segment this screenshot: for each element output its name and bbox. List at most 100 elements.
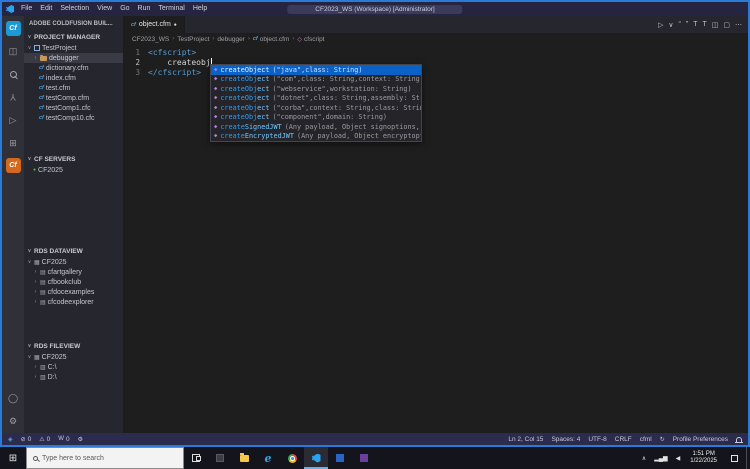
start-button[interactable]: ⊞ bbox=[0, 447, 26, 469]
pinned-app-icon-blue[interactable] bbox=[328, 447, 352, 469]
quote-open-icon[interactable]: “ bbox=[679, 21, 681, 28]
tree-item-index-cfm[interactable]: cf index.cfm bbox=[24, 73, 123, 83]
tray-expand-icon[interactable]: ∧ bbox=[638, 455, 650, 462]
vscode-icon[interactable] bbox=[304, 447, 328, 469]
menu-help[interactable]: Help bbox=[189, 2, 211, 16]
tree-item-cf2025[interactable]: ∨ ▦ CF2025 bbox=[24, 352, 123, 362]
suggest-item-createobject[interactable]: ◆ createObject ("dotnet",class: String,ass… bbox=[211, 94, 421, 104]
tree-item-test-cfm[interactable]: cf test.cfm bbox=[24, 83, 123, 93]
cf-status-icon[interactable]: ◈ bbox=[8, 436, 13, 443]
split-editor-icon[interactable]: ◫ bbox=[712, 21, 719, 29]
tree-item-d[interactable]: › ▥ D:\ bbox=[24, 372, 123, 382]
drive-icon: ▥ bbox=[40, 364, 46, 371]
chevron-right-icon: › bbox=[34, 374, 37, 380]
cfml-file-icon: cf bbox=[39, 95, 44, 101]
task-view-icon[interactable] bbox=[184, 447, 208, 469]
section-header-cf-servers[interactable]: ∨ CF SERVERS bbox=[24, 153, 123, 165]
section-header-rds-dataview[interactable]: ∨ RDS DATAVIEW bbox=[24, 245, 123, 257]
watch-indicator[interactable]: W0 bbox=[58, 436, 69, 443]
breadcrumb-item-cfscript[interactable]: ◇ cfscript bbox=[297, 36, 324, 43]
action-center-button[interactable] bbox=[723, 447, 746, 469]
coldfusion-builder-icon[interactable]: Cf bbox=[5, 21, 21, 36]
file-explorer-icon[interactable] bbox=[232, 447, 256, 469]
menu-file[interactable]: File bbox=[17, 2, 36, 16]
volume-icon[interactable]: ◀ bbox=[672, 455, 685, 462]
tree-item-debugger[interactable]: › debugger bbox=[24, 53, 123, 63]
breadcrumb-item-object-cfm[interactable]: cf object.cfm bbox=[253, 36, 290, 43]
tree-item-cf2025[interactable]: ∨ ▦ CF2025 bbox=[24, 257, 123, 267]
tree-item-testcomp-cfm[interactable]: cf testComp.cfm bbox=[24, 93, 123, 103]
menu-terminal[interactable]: Terminal bbox=[154, 2, 188, 16]
tree-item-cfbookclub[interactable]: › ▤ cfbookclub bbox=[24, 277, 123, 287]
run-file-icon[interactable]: ▷ bbox=[658, 21, 663, 29]
warnings-indicator[interactable]: ⚠ 0 bbox=[39, 436, 50, 443]
dataview-icon: ▤ bbox=[40, 289, 46, 296]
settings-gear-icon[interactable]: ⚙ bbox=[5, 413, 21, 429]
database-icon: ▦ bbox=[34, 354, 40, 361]
main-area: Cf ◫ Y ▷ ⊞ Cf ◯ ⚙ ADOBE COLDFUSION BUIL... ∨ PR… bbox=[2, 16, 748, 433]
extensions-icon[interactable]: ⊞ bbox=[5, 135, 21, 151]
explorer-icon[interactable]: ◫ bbox=[5, 43, 21, 59]
breadcrumb-item-cf2023-ws[interactable]: CF2023_WS bbox=[132, 36, 169, 43]
taskbar-clock[interactable]: 1:51 PM 1/22/2025 bbox=[684, 451, 723, 465]
sync-icon[interactable]: ↻ bbox=[660, 436, 665, 443]
menu-view[interactable]: View bbox=[93, 2, 116, 16]
pinned-app-icon-purple[interactable] bbox=[352, 447, 376, 469]
coldfusion-extension-icon[interactable]: Cf bbox=[5, 158, 21, 173]
section-header-rds-fileview[interactable]: ∨ RDS FILEVIEW bbox=[24, 340, 123, 352]
encoding[interactable]: UTF-8 bbox=[588, 436, 606, 443]
notifications-bell-icon[interactable] bbox=[735, 436, 743, 443]
suggest-item-createobject[interactable]: ◆ createObject ("com",class: String,contex… bbox=[211, 75, 421, 85]
suggest-item-createsignedjwt[interactable]: ◆ createSignedJWT (Any payload, Object sig… bbox=[211, 122, 421, 132]
eol-sequence[interactable]: CRLF bbox=[615, 436, 632, 443]
chevron-right-icon: › bbox=[247, 36, 250, 42]
menu-selection[interactable]: Selection bbox=[56, 2, 93, 16]
profile-preferences[interactable]: Profile Preferences bbox=[673, 436, 728, 443]
menu-run[interactable]: Run bbox=[134, 2, 155, 16]
menu-edit[interactable]: Edit bbox=[36, 2, 56, 16]
code-editor[interactable]: 1 <cfscript> 2 createobj 3 </cfscript> ◆ crea… bbox=[124, 45, 748, 433]
show-desktop-button[interactable] bbox=[746, 447, 750, 469]
text-format-icon[interactable]: T bbox=[693, 21, 697, 28]
tree-item-testproject[interactable]: ∨ TestProject bbox=[24, 43, 123, 53]
network-icon[interactable]: ▂▄▆ bbox=[650, 455, 671, 462]
chrome-icon[interactable] bbox=[280, 447, 304, 469]
tree-item-cfartgallery[interactable]: › ▤ cfartgallery bbox=[24, 267, 123, 277]
tree-item-testcomp10-cfc[interactable]: cf testComp10.cfc bbox=[24, 113, 123, 123]
cfml-file-icon: cf bbox=[39, 75, 44, 81]
account-icon[interactable]: ◯ bbox=[5, 390, 21, 406]
source-control-icon[interactable]: Y bbox=[5, 89, 21, 105]
quote-close-icon[interactable]: ” bbox=[686, 21, 688, 28]
tree-item-cf2025[interactable]: ● CF2025 bbox=[24, 165, 123, 175]
cursor-position[interactable]: Ln 2, Col 15 bbox=[508, 436, 543, 443]
search-icon[interactable] bbox=[5, 66, 21, 82]
run-dropdown-icon[interactable]: ∨ bbox=[668, 21, 673, 29]
section-header-project-manager[interactable]: ∨ PROJECT MANAGER bbox=[24, 31, 123, 43]
run-debug-icon[interactable]: ▷ bbox=[5, 112, 21, 128]
more-actions-icon[interactable]: ⋯ bbox=[735, 21, 742, 29]
suggest-item-createobject[interactable]: ◆ createObject ("webservice",workstation: … bbox=[211, 84, 421, 94]
pinned-app-icon-dark[interactable] bbox=[208, 447, 232, 469]
menu-go[interactable]: Go bbox=[116, 2, 133, 16]
tab-object-cfm[interactable]: cf object.cfm ● bbox=[124, 16, 185, 33]
breadcrumb: CF2023_WS › TestProject › debugger › cf object.… bbox=[124, 33, 748, 45]
taskbar-search[interactable]: Type here to search bbox=[26, 447, 184, 469]
wrench-icon[interactable]: ⚙ bbox=[78, 436, 83, 443]
errors-indicator[interactable]: ⊘ 0 bbox=[21, 436, 32, 443]
indentation[interactable]: Spaces: 4 bbox=[551, 436, 580, 443]
tree-item-cfcodeexplorer[interactable]: › ▤ cfcodeexplorer bbox=[24, 297, 123, 307]
layout-icon[interactable]: ▢ bbox=[723, 21, 730, 29]
tree-item-dictionary-cfm[interactable]: cf dictionary.cfm bbox=[24, 63, 123, 73]
tree-item-testcomp1-cfc[interactable]: cf testComp1.cfc bbox=[24, 103, 123, 113]
edge-icon[interactable]: e bbox=[256, 447, 280, 469]
tree-item-cfdocexamples[interactable]: › ▤ cfdocexamples bbox=[24, 287, 123, 297]
language-mode[interactable]: cfml bbox=[640, 436, 652, 443]
suggest-item-createobject[interactable]: ◆ createObject ("corba",context: String,cl… bbox=[211, 103, 421, 113]
breadcrumb-item-debugger[interactable]: debugger bbox=[217, 36, 244, 43]
breadcrumb-item-testproject[interactable]: TestProject bbox=[177, 36, 209, 43]
suggest-item-createencryptedjwt[interactable]: ◆ createEncryptedJWT (Any payload, Object … bbox=[211, 132, 421, 142]
suggest-item-createobject[interactable]: ◆ createObject ("java",class: String) bbox=[211, 65, 421, 75]
tree-item-c[interactable]: › ▥ C:\ bbox=[24, 362, 123, 372]
suggest-item-createobject[interactable]: ◆ createObject ("component",domain: String… bbox=[211, 113, 421, 123]
text-format-alt-icon[interactable]: T bbox=[702, 21, 706, 28]
